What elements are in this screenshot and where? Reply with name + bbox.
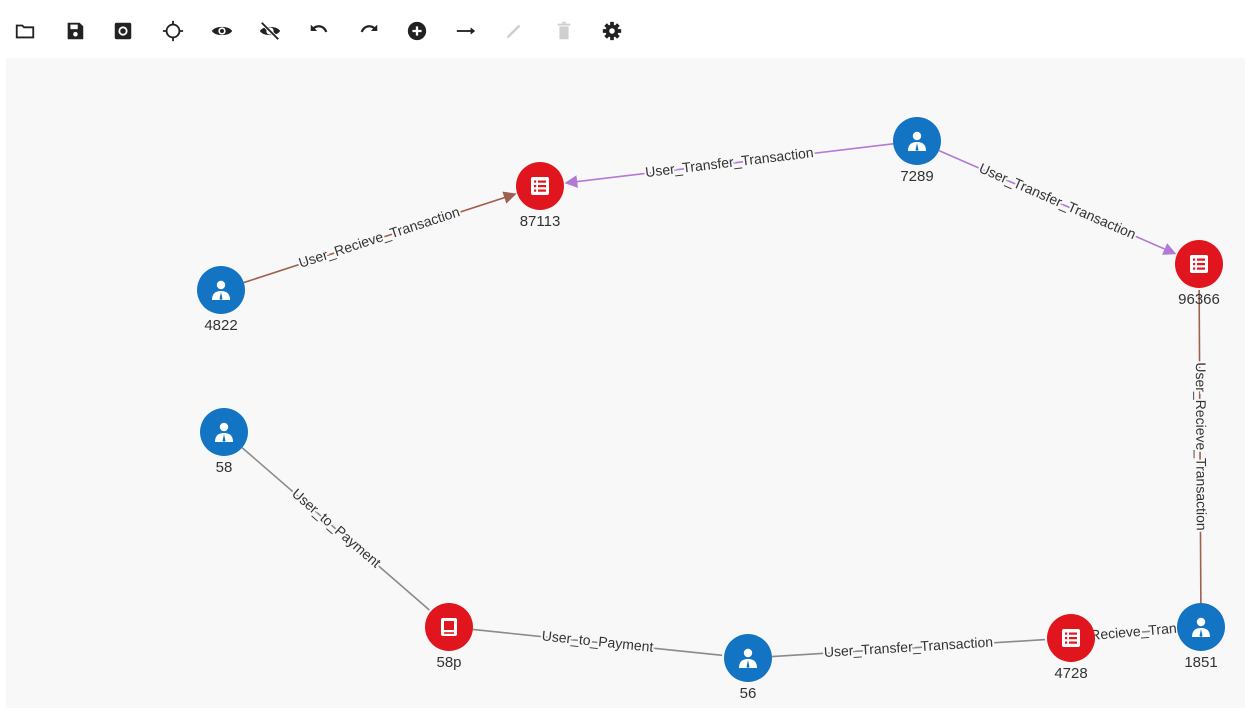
graph-edge[interactable]: User_to_Payment [241, 447, 430, 611]
graph-node-58[interactable]: 58 [200, 408, 248, 476]
node-label: 7289 [900, 168, 933, 185]
node-label: 96366 [1178, 291, 1220, 308]
graph-editor: User_Transfer_Transaction User_Transfer_T… [0, 0, 1251, 713]
transaction-list-icon [531, 177, 549, 195]
graph-node-96366[interactable]: 96366 [1175, 240, 1223, 308]
graph-node-7289[interactable]: 7289 [893, 117, 941, 185]
graph-edge[interactable]: User_to_Payment [472, 625, 723, 657]
graph-edge[interactable]: User_Transfer_Transaction [771, 632, 1046, 662]
node-label: 58 [216, 459, 233, 476]
node-label: 58p [436, 654, 461, 671]
transaction-list-icon [1190, 255, 1208, 273]
edge-label: User_Transfer_Transaction [823, 634, 993, 660]
node-label: 1851 [1184, 654, 1217, 671]
node-circle[interactable] [1177, 603, 1225, 651]
graph-node-4822[interactable]: 4822 [197, 266, 245, 334]
graph-edge[interactable]: User_Transfer_Transaction [938, 149, 1177, 255]
edge-label: User_to_Payment [289, 485, 384, 571]
node-label: 4728 [1054, 665, 1087, 682]
edge-label: User_Recieve_Transaction [1193, 362, 1210, 530]
graph-node-1851[interactable]: 1851 [1177, 603, 1225, 671]
node-circle[interactable] [197, 266, 245, 314]
node-circle[interactable] [724, 634, 772, 682]
node-label: 87113 [520, 213, 561, 230]
node-label: 4822 [204, 317, 237, 334]
node-circle[interactable] [200, 408, 248, 456]
graph-edge[interactable]: User_Recieve_Transaction [243, 191, 517, 284]
node-label: 56 [740, 685, 757, 702]
edges-layer: User_Transfer_Transaction User_Transfer_T… [241, 142, 1223, 662]
transaction-list-icon [1062, 629, 1080, 647]
graph-node-56[interactable]: 56 [724, 634, 772, 702]
node-circle[interactable] [893, 117, 941, 165]
graph-node-4728[interactable]: 4728 [1047, 614, 1095, 682]
edge-label: User_Transfer_Transaction [644, 144, 814, 180]
payment-icon [441, 618, 457, 636]
graph-edge[interactable]: User_Recieve_Transaction [1191, 289, 1212, 604]
graph-node-58p[interactable]: 58p [425, 603, 473, 671]
edge-label: User_Recieve_Transaction [297, 203, 462, 270]
edge-label: User_Transfer_Transaction [977, 160, 1139, 242]
graph-node-87113[interactable]: 87113 [516, 162, 564, 230]
graph-edge[interactable]: User_Transfer_Transaction [564, 142, 894, 188]
graph-view[interactable]: User_Transfer_Transaction User_Transfer_T… [0, 0, 1251, 713]
edge-label: User_to_Payment [541, 627, 654, 654]
